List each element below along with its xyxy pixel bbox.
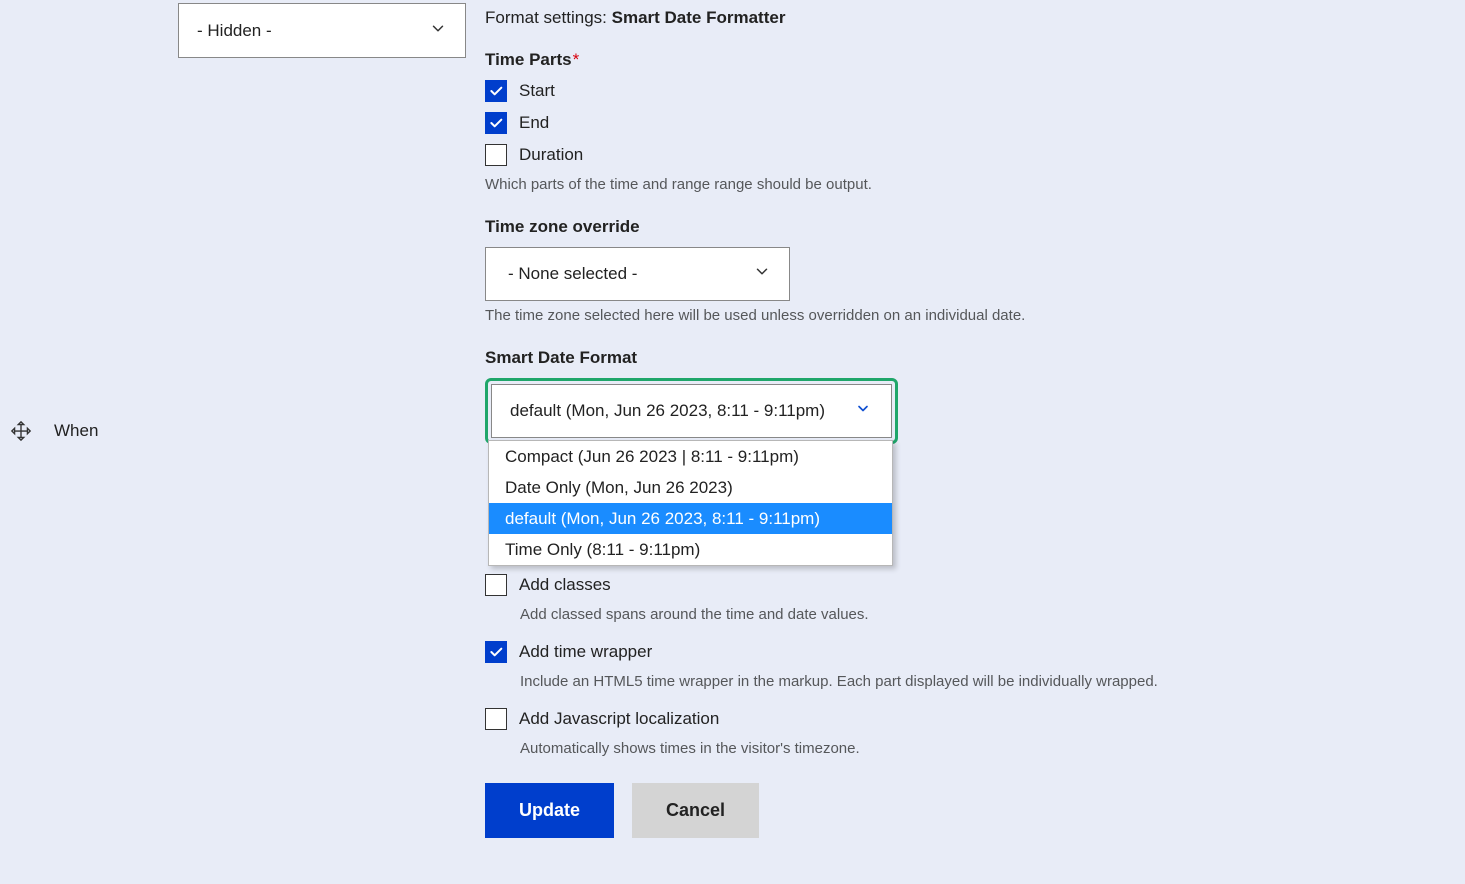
add-js-label: Add Javascript localization (519, 709, 719, 729)
field-label: When (54, 421, 98, 441)
add-classes-help: Add classed spans around the time and da… (520, 606, 1385, 623)
checkbox-add-classes[interactable] (485, 574, 507, 596)
field-display-value: - Hidden - (197, 21, 272, 41)
checkbox-add-time-wrapper[interactable] (485, 641, 507, 663)
sdf-selected-value: default (Mon, Jun 26 2023, 8:11 - 9:11pm… (510, 401, 825, 421)
format-settings-heading: Format settings: Smart Date Formatter (485, 8, 1385, 28)
add-classes-label: Add classes (519, 575, 611, 595)
time-parts-help: Which parts of the time and range range … (485, 176, 1385, 193)
checkbox-add-js-localization[interactable] (485, 708, 507, 730)
sdf-dropdown: Compact (Jun 26 2023 | 8:11 - 9:11pm) Da… (488, 440, 893, 566)
checkbox-start[interactable] (485, 80, 507, 102)
chevron-down-icon (429, 19, 447, 42)
tz-override-value: - None selected - (508, 264, 637, 284)
time-parts-label: Time Parts* (485, 50, 1385, 70)
chevron-down-icon (855, 401, 871, 422)
checkbox-end[interactable] (485, 112, 507, 134)
sdf-focus-ring: default (Mon, Jun 26 2023, 8:11 - 9:11pm… (485, 378, 898, 444)
tz-override-help: The time zone selected here will be used… (485, 307, 1385, 324)
sdf-option-time-only[interactable]: Time Only (8:11 - 9:11pm) (489, 534, 892, 565)
add-time-wrapper-help: Include an HTML5 time wrapper in the mar… (520, 673, 1385, 690)
checkbox-duration[interactable] (485, 144, 507, 166)
chevron-down-icon (753, 263, 771, 286)
sdf-label: Smart Date Format (485, 348, 1385, 368)
add-js-help: Automatically shows times in the visitor… (520, 740, 1385, 757)
move-icon[interactable] (10, 420, 32, 442)
checkbox-end-label: End (519, 113, 549, 133)
sdf-option-default[interactable]: default (Mon, Jun 26 2023, 8:11 - 9:11pm… (489, 503, 892, 534)
field-display-select[interactable]: - Hidden - (178, 3, 466, 58)
add-time-wrapper-label: Add time wrapper (519, 642, 652, 662)
tz-override-label: Time zone override (485, 217, 1385, 237)
sdf-option-date-only[interactable]: Date Only (Mon, Jun 26 2023) (489, 472, 892, 503)
tz-override-select[interactable]: - None selected - (485, 247, 790, 301)
smart-date-format-select[interactable]: default (Mon, Jun 26 2023, 8:11 - 9:11pm… (491, 384, 892, 438)
checkbox-start-label: Start (519, 81, 555, 101)
field-row: When (10, 420, 98, 442)
checkbox-duration-label: Duration (519, 145, 583, 165)
cancel-button[interactable]: Cancel (632, 783, 759, 838)
update-button[interactable]: Update (485, 783, 614, 838)
sdf-option-compact[interactable]: Compact (Jun 26 2023 | 8:11 - 9:11pm) (489, 441, 892, 472)
